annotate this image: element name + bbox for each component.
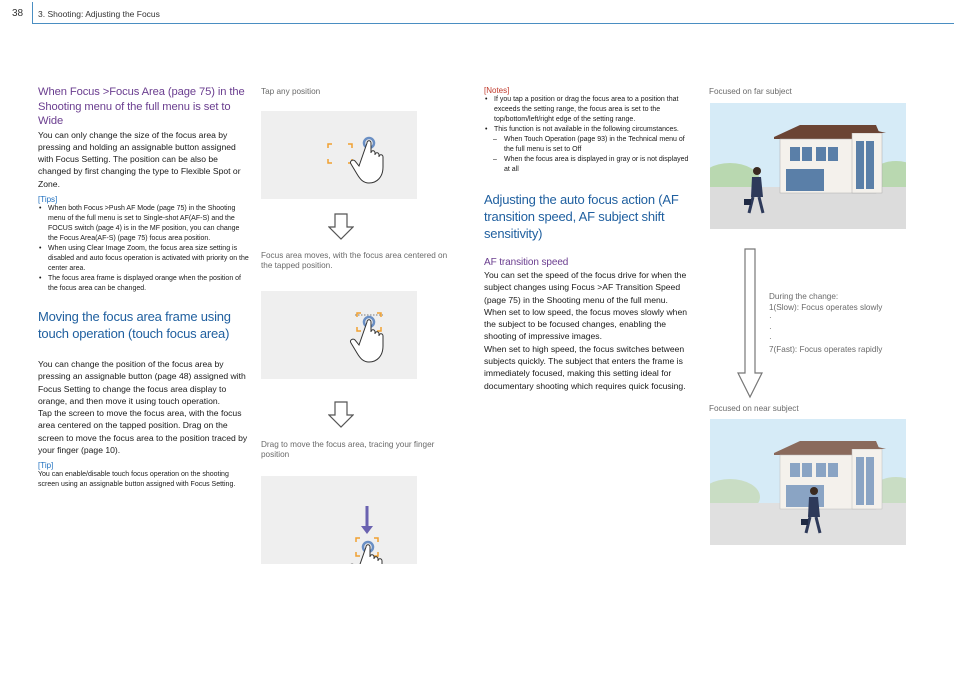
caption-far: Focused on far subject <box>709 87 792 96</box>
arrow-down-icon <box>327 213 355 246</box>
drag-arrow-icon <box>361 526 373 534</box>
paragraph: Tap the screen to move the focus area, w… <box>38 408 248 456</box>
tips-list: When both Focus >Push AF Mode (page 75) … <box>38 204 250 294</box>
dot: · <box>769 334 772 343</box>
illustration-drag <box>261 476 417 588</box>
page-header: 38 3. Shooting: Adjusting the Focus <box>0 0 954 24</box>
focus-frame-icon <box>327 143 353 164</box>
header-divider <box>32 2 33 24</box>
arrow-down-icon <box>327 401 355 434</box>
fast-label: 7(Fast): Focus operates rapidly <box>769 344 883 354</box>
note-item: This function is not available in the fo… <box>485 125 692 135</box>
note-subitem: When Touch Operation (page 93) in the Te… <box>493 135 692 155</box>
subheading-af-transition: AF transition speed <box>484 257 569 268</box>
notes-list: If you tap a position or drag the focus … <box>484 95 692 135</box>
column-3: [Notes] If you tap a position or drag th… <box>484 86 692 392</box>
moved-illustration <box>350 312 384 363</box>
caption-drag: Drag to move the focus area, tracing you… <box>261 440 435 459</box>
caption-near: Focused on near subject <box>709 404 799 413</box>
tap-illustration <box>327 136 384 184</box>
during-label: During the change: <box>769 292 839 301</box>
illustration-focus-moved <box>261 291 417 379</box>
paragraph: When set to high speed, the focus switch… <box>484 343 686 391</box>
finger-hand-icon <box>350 319 384 363</box>
note-subitem: When the focus area is displayed in gray… <box>493 155 692 175</box>
transition-arrow-icon <box>736 248 764 405</box>
speed-legend: During the change: 1(Slow): Focus operat… <box>769 292 919 355</box>
notes-sublist: When Touch Operation (page 93) in the Te… <box>484 135 692 175</box>
finger-hand-icon <box>349 544 383 588</box>
near-subject-illustration <box>710 419 906 545</box>
dot: · <box>769 323 772 333</box>
paragraph: You can change the position of the focus… <box>38 358 246 406</box>
caption-tap: Tap any position <box>261 87 321 96</box>
breadcrumb: 3. Shooting: Adjusting the Focus <box>38 9 160 19</box>
tip-label: [Tip] <box>38 461 54 471</box>
illustration-tap-position <box>261 111 417 199</box>
drag-illustration <box>349 506 383 588</box>
notes-label: [Notes] <box>484 86 510 95</box>
far-subject-illustration <box>710 103 906 229</box>
section-heading-af-action: Adjusting the auto focus action (AF tran… <box>484 192 679 241</box>
dot: · <box>769 313 772 322</box>
tip-item: The focus area frame is displayed orange… <box>39 274 250 294</box>
finger-hand-icon <box>350 140 384 184</box>
tip-item: When using Clear Image Zoom, the focus a… <box>39 244 250 274</box>
photo-far-subject <box>710 103 906 229</box>
tip-item: When both Focus >Push AF Mode (page 75) … <box>39 204 250 244</box>
caption-moves: Focus area moves, with the focus area ce… <box>261 251 448 270</box>
slow-label: 1(Slow): Focus operates slowly <box>769 302 883 312</box>
page-number: 38 <box>12 8 24 19</box>
column-1: When Focus >Focus Area (page 75) in the … <box>38 85 250 490</box>
paragraph: You can set the speed of the focus drive… <box>484 270 687 305</box>
tips-label: [Tips] <box>38 194 58 204</box>
column-2: Tap any position <box>261 87 451 97</box>
tip-text: You can enable/disable touch focus opera… <box>38 471 236 489</box>
paragraph: When set to low speed, the focus moves s… <box>484 306 688 342</box>
header-rule <box>32 23 954 24</box>
note-item: If you tap a position or drag the focus … <box>485 95 692 125</box>
section-heading-touch-focus: Moving the focus area frame using touch … <box>38 308 231 341</box>
subheading-wide: When Focus >Focus Area (page 75) in the … <box>38 86 245 127</box>
paragraph: You can only change the size of the focu… <box>38 129 241 189</box>
photo-near-subject <box>710 419 906 545</box>
